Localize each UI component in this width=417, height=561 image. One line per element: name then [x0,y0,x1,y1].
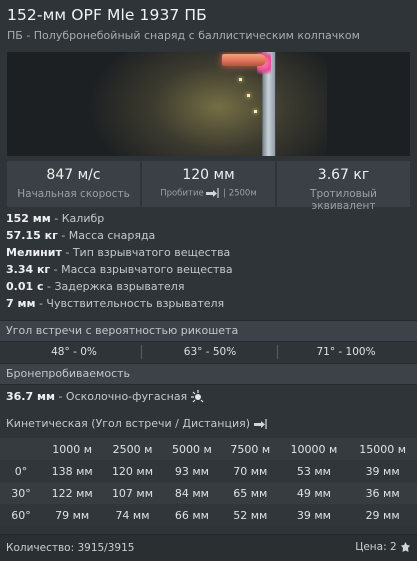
col-header: 7500 м [221,438,280,460]
spark [254,110,257,113]
col-header: 1000 м [42,438,103,460]
table-cell: 79 мм [42,504,103,526]
ammo-card: 152-мм OPF Mle 1937 ПБ ПБ - Полубронебой… [0,0,417,561]
footer-bar: Количество: 3915/3915 Цена: 2 [0,534,417,561]
impact-glow [87,52,327,156]
table-cell: 138 мм [42,460,103,482]
he-penetration: 36.7 мм - Осколочно-фугасная [6,390,205,404]
table-row: 0° 138 мм 120 мм 93 мм 70 мм 53 мм 39 мм [0,460,417,482]
stat-velocity: 847 м/с Начальная скорость [7,161,140,207]
he-penetration-label: - Осколочно-фугасная [54,390,188,403]
armor-section-header: Бронепробиваемость [0,363,417,385]
prop-caliber: 152 мм - Калибр [6,212,105,225]
ammo-title: 152-мм OPF Mle 1937 ПБ [7,6,207,24]
fragmentation-icon [190,390,204,403]
ammo-quantity: Количество: 3915/3915 [6,542,135,554]
table-cell: 29 мм [348,504,417,526]
prop-explosive-type: Мелинит - Тип взрывчатого вещества [6,246,231,259]
stat-velocity-value: 847 м/с [46,167,101,183]
table-header-row: 1000 м 2500 м 5000 м 7500 м 10000 м 1500… [0,438,417,460]
properties-list: 152 мм - Калибр 57.15 кг - Масса снаряда… [6,212,233,314]
stat-tnt-value: 3.67 кг [317,167,370,183]
table-cell: 93 мм [162,460,222,482]
stat-penetration-prefix: Пробитие [160,188,204,199]
table-cell: 122 мм [42,482,103,504]
shell-projectile [222,54,266,66]
ricochet-title: Угол встречи с вероятностью рикошета [6,324,239,337]
kinetic-penetration-table: 1000 м 2500 м 5000 м 7500 м 10000 м 1500… [0,438,417,526]
stat-penetration-suffix: | 2500м [223,188,257,199]
table-cell: 74 мм [102,504,163,526]
table-cell: 84 мм [162,482,222,504]
spark [247,94,250,97]
ricochet-value-1: 48° - 0% [51,346,97,358]
table-row: 30° 122 мм 107 мм 84 мм 65 мм 49 мм 36 м… [0,482,417,504]
ricochet-section-header: Угол встречи с вероятностью рикошета [0,320,417,342]
table-cell: 39 мм [279,504,349,526]
stat-penetration-label: Пробитие | 2500м [142,188,275,199]
col-header: 2500 м [102,438,163,460]
armor-title: Бронепробиваемость [6,367,131,380]
table-cell: 52 мм [221,504,280,526]
stat-tnt: 3.67 кг Тротиловый эквивалент [277,161,410,212]
table-cell: 36 мм [348,482,417,504]
penetration-icon [206,188,220,198]
table-row: 60° 79 мм 74 мм 66 мм 52 мм 39 мм 29 мм [0,504,417,526]
row-angle: 0° [0,460,42,482]
stat-velocity-label: Начальная скорость [17,188,130,200]
ricochet-value-3: 71° - 100% [316,346,376,358]
stat-tnt-label: Тротиловый эквивалент [310,188,377,212]
ricochet-values: 48° - 0% 63° - 50% 71° - 100% [0,343,417,362]
prop-fuse-sensitivity: 7 мм - Чувствительность взрывателя [6,297,225,310]
row-angle: 60° [0,504,42,526]
table-cell: 49 мм [279,482,349,504]
col-header: 15000 м [348,438,417,460]
table-cell: 39 мм [348,460,417,482]
penetration-preview-image [7,52,410,156]
table-cell: 53 мм [279,460,349,482]
table-cell: 70 мм [221,460,280,482]
spark [239,78,242,81]
stat-penetration-value: 120 мм [182,167,235,183]
kinetic-title-line: Кинетическая (Угол встречи / Дистанция) [6,417,268,430]
prop-explosive-mass: 3.34 кг - Масса взрывчатого вещества [6,263,233,276]
kinetic-title: Кинетическая (Угол встречи / Дистанция) [6,417,251,430]
prop-fuse-delay: 0.01 с - Задержка взрывателя [6,280,185,293]
he-penetration-value: 36.7 мм [6,390,55,403]
table-cell: 66 мм [162,504,222,526]
stats-bar: 847 м/с Начальная скорость 120 мм Пробит… [7,161,410,212]
col-header: 10000 м [279,438,349,460]
ammo-subtitle: ПБ - Полубронебойный снаряд с баллистиче… [7,29,360,42]
table-corner [0,438,42,460]
stat-penetration: 120 мм Пробитие | 2500м [142,161,275,207]
penetration-icon [253,419,267,429]
silver-lion-icon [401,541,410,552]
col-header: 5000 м [162,438,222,460]
ammo-price: Цена: 2 [355,541,411,553]
table-cell: 120 мм [102,460,163,482]
table-cell: 107 мм [102,482,163,504]
table-cell: 65 мм [221,482,280,504]
prop-shell-mass: 57.15 кг - Масса снаряда [6,229,156,242]
price-label: Цена: 2 [355,541,397,553]
ricochet-value-2: 63° - 50% [183,346,237,358]
row-angle: 30° [0,482,42,504]
